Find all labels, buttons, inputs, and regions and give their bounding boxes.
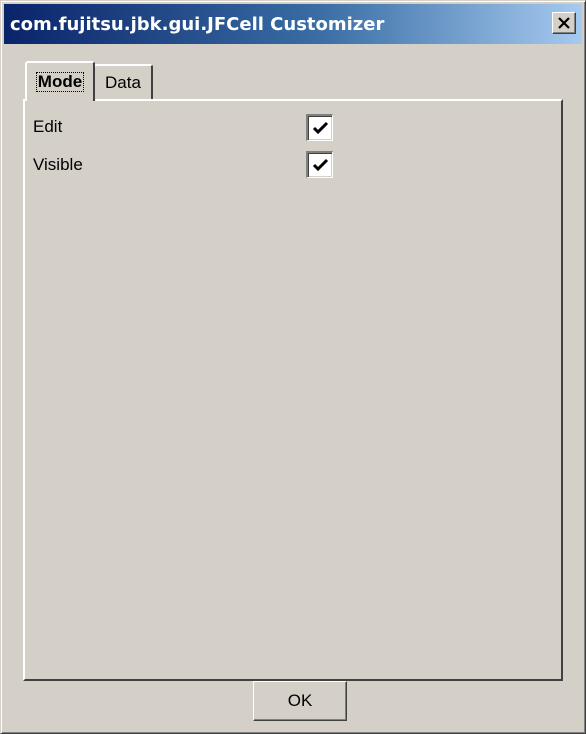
close-button[interactable]	[552, 12, 576, 34]
tab-data-label: Data	[105, 73, 141, 92]
visible-checkbox[interactable]	[306, 151, 333, 178]
edit-label: Edit	[33, 117, 63, 136]
checkmark-icon	[312, 158, 329, 173]
customizer-dialog: com.fujitsu.jbk.gui.JFCell Customizer Mo…	[0, 0, 586, 734]
mode-tab-panel: Edit Visible	[23, 99, 563, 681]
tab-mode[interactable]: Mode	[25, 61, 95, 101]
ok-button[interactable]: OK	[253, 681, 347, 721]
tab-data[interactable]: Data	[93, 64, 153, 100]
checkmark-icon	[312, 121, 329, 136]
edit-checkbox[interactable]	[306, 114, 333, 141]
visible-label: Visible	[33, 155, 83, 174]
title-bar[interactable]: com.fujitsu.jbk.gui.JFCell Customizer	[4, 4, 582, 44]
window-title: com.fujitsu.jbk.gui.JFCell Customizer	[10, 13, 385, 35]
tab-mode-label: Mode	[35, 72, 85, 92]
close-icon	[557, 17, 571, 29]
